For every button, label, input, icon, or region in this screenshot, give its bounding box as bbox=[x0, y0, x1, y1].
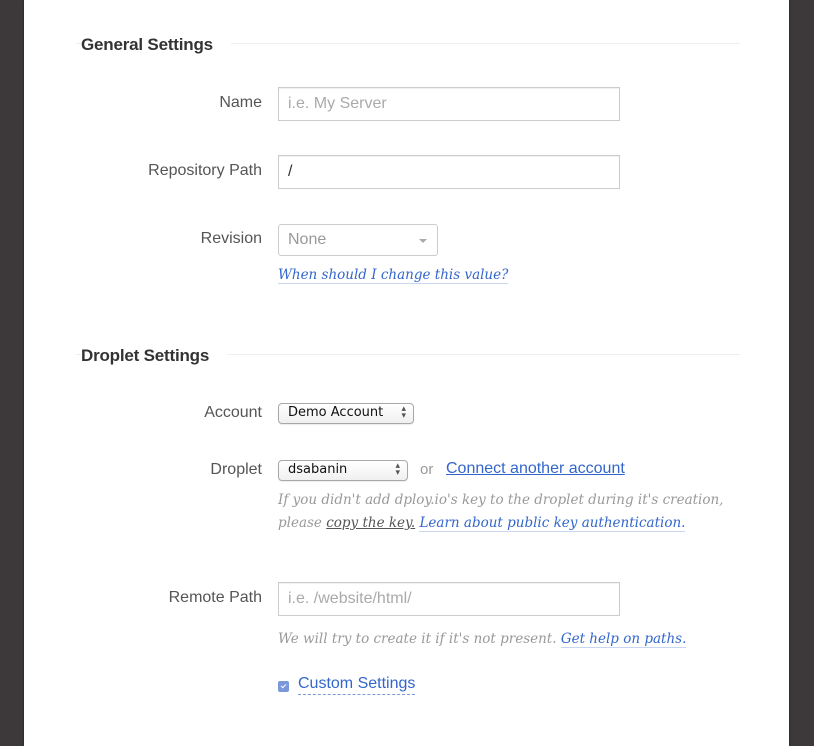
account-select[interactable]: Demo Account ▴ ▾ bbox=[278, 403, 414, 424]
remote-path-help-text: We will try to create it if it's not pre… bbox=[278, 631, 561, 647]
chevron-down-icon bbox=[419, 239, 427, 243]
droplet-select[interactable]: dsabanin ▴ ▾ bbox=[278, 460, 408, 481]
chevron-down-icon bbox=[278, 680, 289, 692]
remote-path-help: We will try to create it if it's not pre… bbox=[278, 628, 687, 651]
revision-select[interactable]: None bbox=[278, 224, 438, 256]
name-label: Name bbox=[219, 94, 262, 111]
droplet-help-line2: please copy the key. Learn about public … bbox=[278, 512, 723, 535]
connect-another-account-link[interactable]: Connect another account bbox=[446, 460, 625, 478]
droplet-label: Droplet bbox=[210, 461, 262, 478]
name-input[interactable] bbox=[278, 87, 620, 121]
revision-selected-value: None bbox=[288, 231, 327, 248]
repository-path-input[interactable] bbox=[278, 155, 620, 189]
droplet-settings-heading: Droplet Settings bbox=[81, 346, 228, 366]
or-text: or bbox=[420, 461, 434, 478]
custom-settings-toggle[interactable]: Custom Settings bbox=[278, 675, 416, 695]
revision-help: When should I change this value? bbox=[278, 264, 509, 287]
revision-label: Revision bbox=[200, 230, 262, 247]
learn-public-key-link[interactable]: Learn about public key authentication. bbox=[419, 515, 686, 532]
droplet-selected-value: dsabanin bbox=[288, 462, 348, 477]
droplet-help-prefix: please bbox=[278, 515, 327, 531]
remote-path-label: Remote Path bbox=[168, 589, 262, 606]
select-arrows-icon: ▴ ▾ bbox=[395, 461, 400, 478]
settings-panel: General Settings Name Repository Path Re… bbox=[24, 0, 789, 746]
copy-key-link[interactable]: copy the key. bbox=[326, 515, 415, 531]
repository-path-label: Repository Path bbox=[148, 162, 262, 179]
custom-settings-label: Custom Settings bbox=[298, 675, 416, 695]
get-help-on-paths-link[interactable]: Get help on paths. bbox=[560, 631, 687, 648]
select-arrows-icon: ▴ ▾ bbox=[401, 404, 406, 421]
account-selected-value: Demo Account bbox=[288, 405, 384, 420]
general-settings-heading: General Settings bbox=[81, 35, 231, 55]
account-label: Account bbox=[204, 404, 262, 421]
revision-help-link[interactable]: When should I change this value? bbox=[278, 267, 509, 284]
droplet-help-line1: If you didn't add dploy.io's key to the … bbox=[278, 492, 724, 508]
droplet-help: If you didn't add dploy.io's key to the … bbox=[278, 489, 723, 535]
remote-path-input[interactable] bbox=[278, 582, 620, 616]
